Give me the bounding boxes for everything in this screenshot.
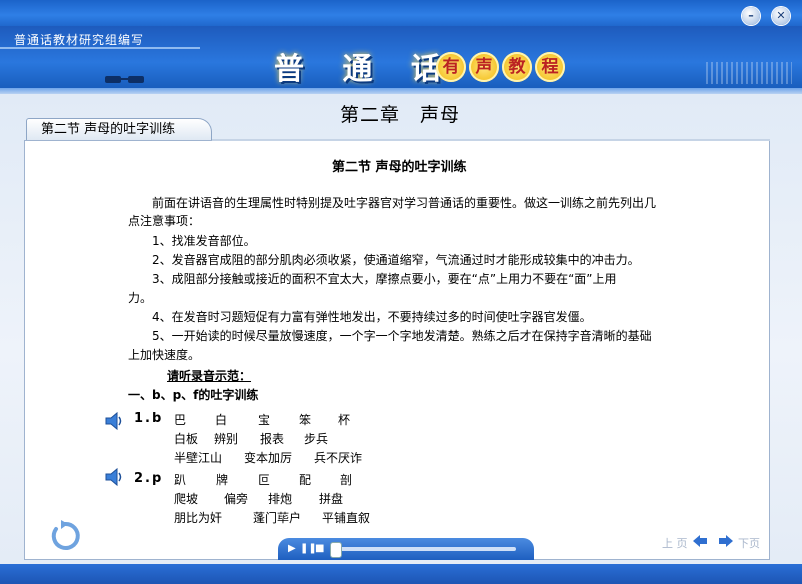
word-item: 平铺直叙 [322,511,371,525]
play-button[interactable]: ▶ [288,543,296,555]
point-2: 2、发音器官成阻的部分肌肉必须收紧，使通道缩窄，气流通过时才能形成较集中的冲击力… [152,253,640,267]
arrow-right-icon[interactable] [718,534,734,548]
title-circle-4: 程 [535,52,565,82]
word-item: 蓬门荜户 [253,511,302,525]
stop-button[interactable]: ■ [315,543,324,555]
word-item: 巴 [174,413,187,427]
exercise-label-b: 1.b [134,411,164,426]
progress-track[interactable] [336,547,516,551]
word-item: 辨别 [214,432,239,446]
title-circle-2: 声 [469,52,499,82]
chapter-title: 第二章 声母 [340,104,461,126]
org-underline [0,47,200,49]
close-icon[interactable]: ✕ [772,7,790,25]
word-item: 变本加厉 [244,451,293,465]
app-window: – ✕ 普通话教材研究组编写 普 通 话 有 声 教 程 第二章 声母 第二节 … [0,0,802,584]
word-item: 剖 [340,473,353,487]
exercise-label-p: 2.p [134,471,164,486]
word-item: 杯 [338,413,351,427]
word-item: 叵 [258,473,271,487]
word-item: 白板 [174,432,199,446]
refresh-icon[interactable] [48,519,82,553]
word-item: 牌 [216,473,229,487]
word-item: 宝 [258,413,271,427]
point-5: 5、一开始读的时候尽量放慢速度，一个字一个字地发清楚。熟练之后才在保持字音清晰的… [152,329,652,343]
section-heading: 第二节 声母的吐字训练 [332,160,467,175]
word-item: 排炮 [268,492,293,506]
word-item: 配 [299,473,312,487]
title-circle-1: 有 [436,52,466,82]
decorative-dots [706,62,792,84]
next-page-label[interactable]: 下页 [738,535,760,551]
tab-divider [212,139,770,141]
point-3: 3、成阻部分接触或接近的面积不宜太大，摩擦点要小，要在“点”上用力不要在“面”上… [152,272,617,286]
word-item: 白 [215,413,228,427]
listen-label: 请听录音示范： [167,369,252,383]
app-title: 普 通 话 [274,52,455,87]
prev-page-label[interactable]: 上 页 [662,535,688,551]
bottom-bar [0,564,802,584]
point-1: 1、找准发音部位。 [152,234,256,248]
tab-section-2[interactable]: 第二节 声母的吐字训练 [26,118,212,140]
word-item: 笨 [299,413,312,427]
word-item: 拼盘 [319,492,344,506]
intro-line-1: 前面在讲语音的生理属性时特别提及吐字器官对学习普通话的重要性。做这一训练之前先列… [152,196,657,210]
point-3-cont: 力。 [128,291,153,305]
minimize-icon[interactable]: – [742,7,760,25]
speaker-icon[interactable] [104,466,124,488]
word-item: 趴 [174,473,187,487]
word-item: 朋比为奸 [174,511,223,525]
decorative-glasses-icon [105,76,144,83]
audio-player: ▶ ❚❚ ■ [278,538,534,560]
title-circle-3: 教 [502,52,532,82]
word-item: 步兵 [304,432,329,446]
organization-label: 普通话教材研究组编写 [14,33,145,47]
title-circles: 有 声 教 程 [436,52,565,82]
arrow-left-icon[interactable] [692,534,708,548]
word-item: 半壁江山 [174,451,223,465]
word-item: 爬坡 [174,492,199,506]
intro-line-2: 点注意事项： [128,214,201,228]
progress-thumb[interactable] [330,542,342,558]
speaker-icon[interactable] [104,410,124,432]
group-heading: 一、b、p、f的吐字训练 [128,388,259,402]
word-item: 报表 [260,432,285,446]
word-item: 兵不厌诈 [314,451,363,465]
point-5-cont: 上加快速度。 [128,348,201,362]
header-stripe [0,88,802,94]
point-4: 4、在发音时习题短促有力富有弹性地发出，不要持续过多的时间使吐字器官发僵。 [152,310,592,324]
word-item: 偏旁 [224,492,249,506]
